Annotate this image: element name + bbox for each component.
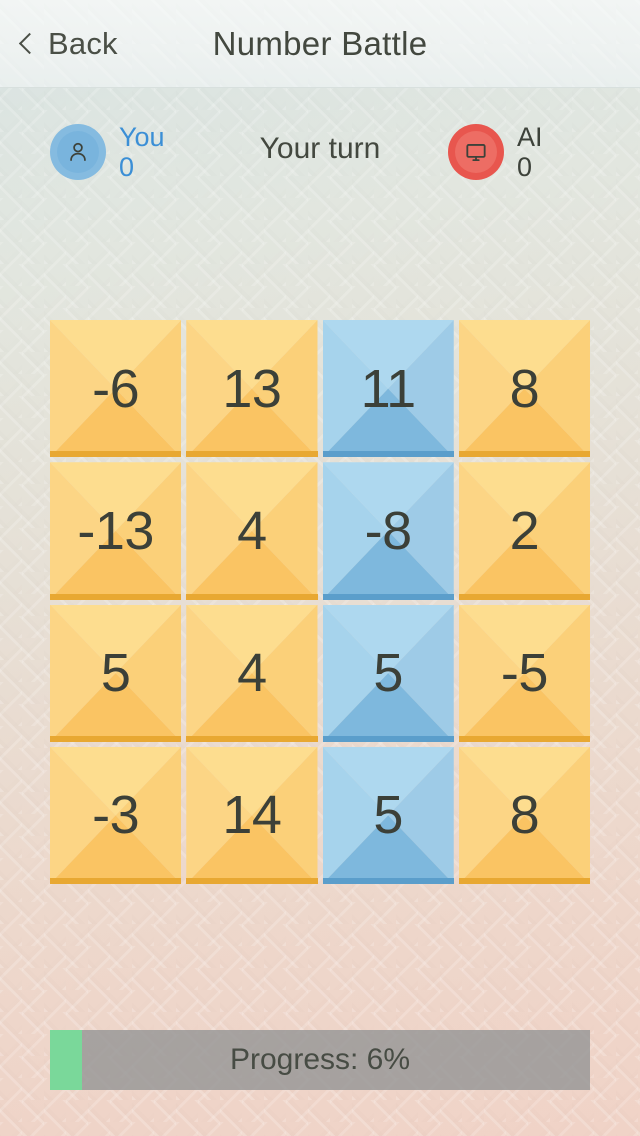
monitor-icon	[466, 144, 486, 162]
navigation-header: Back Number Battle	[0, 0, 640, 88]
back-button[interactable]: Back	[16, 14, 126, 72]
game-board: -6 13 11 8 -13 4 -8 2 5 4 5 -5 -3 14 5 8	[50, 320, 590, 884]
progress-bar-label: Progress: 6%	[229, 1043, 411, 1076]
back-button-label: Back	[48, 25, 118, 61]
tile-bottom-edge	[322, 735, 454, 742]
app-screen: Back Number Battle You 0 Your turn AI 0 …	[0, 0, 640, 1136]
tile-bottom-edge	[186, 878, 318, 884]
player-ai-score: 0	[517, 152, 533, 183]
tile-bottom-edge	[322, 451, 454, 458]
board-tile[interactable]: 4	[186, 462, 318, 600]
board-tile[interactable]: 8	[458, 320, 590, 458]
person-icon	[70, 143, 86, 162]
tile-bottom-edge	[458, 735, 590, 742]
tile-value: -3	[92, 785, 140, 846]
tile-value: 4	[237, 500, 267, 561]
tile-value: 14	[222, 785, 282, 846]
board-tile[interactable]: 5	[322, 604, 454, 742]
avatar-ai	[448, 124, 504, 181]
board-tile[interactable]: 14	[186, 746, 318, 884]
chevron-left-icon	[18, 32, 41, 55]
tile-value: 5	[373, 785, 403, 846]
tile-value: 8	[509, 358, 540, 419]
tile-bottom-edge	[458, 878, 590, 884]
board-tile[interactable]: 5	[50, 604, 182, 742]
tile-value: 4	[237, 643, 267, 704]
tile-value: 5	[373, 643, 403, 704]
board-tile[interactable]: 13	[186, 320, 318, 458]
player-ai: AI 0	[448, 122, 543, 182]
progress-bar[interactable]: Progress: 6%	[50, 1030, 590, 1090]
tile-value: 5	[100, 643, 131, 704]
tile-bottom-edge	[458, 593, 590, 600]
tile-value: 13	[222, 358, 282, 419]
tile-bottom-edge	[186, 451, 318, 458]
board-tile[interactable]: 11	[322, 320, 454, 458]
board-tile[interactable]: -13	[50, 462, 182, 600]
tile-value: -13	[77, 500, 154, 561]
tile-bottom-edge	[50, 593, 182, 600]
turn-indicator: Your turn	[259, 132, 381, 165]
board-tile[interactable]: 8	[458, 746, 590, 884]
tile-bottom-edge	[186, 593, 318, 600]
tile-value: -8	[364, 500, 413, 561]
tile-bottom-edge	[50, 451, 182, 458]
tile-bottom-edge	[322, 593, 454, 600]
tile-bottom-edge	[186, 735, 318, 742]
board-tile[interactable]: 5	[322, 746, 454, 884]
tile-value: -6	[92, 358, 140, 419]
tile-value: 2	[509, 500, 540, 561]
board-tile[interactable]: -5	[458, 604, 590, 742]
board-tile[interactable]: -8	[322, 462, 454, 600]
player-ai-name: AI	[517, 122, 543, 152]
player-status-bar: You 0 Your turn AI 0	[0, 108, 640, 194]
board-tile[interactable]: -6	[50, 320, 182, 458]
player-ai-info: AI 0	[517, 122, 543, 182]
board-tile[interactable]: 2	[458, 462, 590, 600]
tile-bottom-edge	[50, 878, 182, 884]
tile-bottom-edge	[50, 735, 182, 742]
board-tile[interactable]: 4	[186, 604, 318, 742]
tile-bottom-edge	[458, 451, 590, 458]
tile-bottom-edge	[322, 878, 454, 884]
tile-value: 8	[509, 785, 540, 846]
tile-value: -5	[500, 643, 549, 704]
tile-value: 11	[360, 358, 417, 419]
board-tile[interactable]: -3	[50, 746, 182, 884]
